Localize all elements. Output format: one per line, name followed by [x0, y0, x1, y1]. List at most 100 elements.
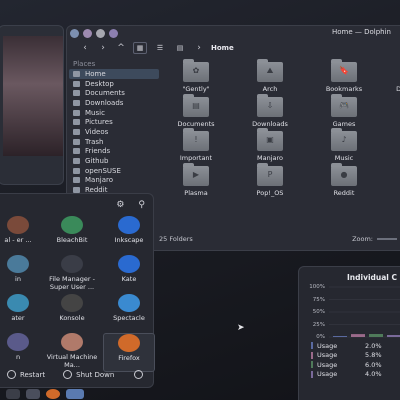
- folder-item[interactable]: ▤ Documents: [159, 93, 233, 132]
- app-icon: [118, 334, 140, 352]
- restart-icon[interactable]: [7, 370, 16, 379]
- place-label: Github: [85, 157, 109, 166]
- app-item[interactable]: File Manager - Super User ...: [41, 255, 103, 294]
- up-icon[interactable]: ^: [115, 43, 127, 53]
- legend-row: Usage 2.0%: [311, 341, 382, 351]
- folder-item[interactable]: ● Reddit: [307, 162, 381, 201]
- pin-icon[interactable]: ⚲: [138, 200, 145, 210]
- folder-icon: [73, 80, 80, 87]
- app-item[interactable]: al - er ...: [0, 216, 41, 255]
- place-trash[interactable]: Trash: [69, 137, 159, 147]
- taskbar-app-icon[interactable]: [26, 389, 40, 399]
- folder-item[interactable]: ▶ Plasma: [159, 162, 233, 201]
- app-item[interactable]: Inkscape: [103, 216, 155, 255]
- folder-icon: ▶: [183, 162, 209, 186]
- more-icon[interactable]: [134, 370, 143, 379]
- app-icon: [7, 216, 29, 234]
- zoom-slider[interactable]: [377, 238, 397, 240]
- place-pictures[interactable]: Pictures: [69, 117, 159, 127]
- chart-legend: Usage 2.0% Usage 5.8% Usage 6.0% Usage 4.0%: [311, 341, 382, 379]
- settings-icon[interactable]: ⚙: [116, 200, 124, 210]
- folder-item[interactable]: ♪ Music: [307, 128, 381, 166]
- folder-icon: ⇩: [257, 93, 283, 117]
- shutdown-icon[interactable]: [63, 370, 73, 379]
- folder-icon: [73, 128, 80, 135]
- place-downloads[interactable]: Downloads: [69, 98, 159, 108]
- folder-icon: [73, 158, 80, 165]
- folder-item[interactable]: ▣ Manjaro: [233, 128, 307, 166]
- folder-item[interactable]: 🔖 Bookmarks: [307, 59, 381, 97]
- back-icon[interactable]: ‹: [79, 43, 91, 53]
- folder-icon: [73, 119, 80, 126]
- places-header: Places: [73, 60, 96, 68]
- app-item[interactable]: in: [0, 255, 41, 294]
- folder-grid: ✿ "Gently" ⛰ Arch 🔖 Bookmarks ⌨Development ▤ Doc…: [159, 59, 400, 236]
- folder-item[interactable]: P Pop!_OS: [233, 162, 307, 201]
- restart-button[interactable]: Restart: [20, 371, 45, 379]
- place-documents[interactable]: Documents: [69, 88, 159, 98]
- app-label: Kate: [121, 275, 137, 283]
- icon-view-icon[interactable]: ▦: [133, 42, 147, 54]
- folder-item[interactable]: ◉Github: [381, 97, 400, 132]
- app-label: n: [15, 353, 21, 361]
- place-music[interactable]: Music: [69, 108, 159, 118]
- legend-swatch: [311, 361, 313, 369]
- folder-icon: [73, 177, 80, 184]
- app-item[interactable]: Kate: [103, 255, 155, 294]
- app-item[interactable]: Konsole: [41, 294, 103, 333]
- folder-label: Manjaro: [256, 154, 283, 162]
- folder-item[interactable]: NNeon: [381, 131, 400, 166]
- folder-count: 25 Folders: [159, 235, 193, 243]
- system-monitor-widget[interactable]: Individual C 100% 75% 50% 25% 0% Usage 2.0% Us…: [298, 266, 400, 400]
- app-icon: [7, 294, 29, 312]
- folder-item[interactable]: ! Important: [159, 128, 233, 166]
- app-item[interactable]: Virtual Machine Ma...: [41, 333, 103, 372]
- place-opensuse[interactable]: openSUSE: [69, 166, 159, 176]
- app-item[interactable]: Firefox: [103, 333, 155, 372]
- app-label: Inkscape: [114, 236, 144, 244]
- taskbar-app-icon[interactable]: [6, 389, 20, 399]
- folder-label: Pop!_OS: [256, 188, 284, 197]
- folder-item[interactable]: ⛰ Arch: [233, 59, 307, 97]
- firefox-icon[interactable]: [46, 389, 60, 399]
- folder-icon: 🔖: [331, 59, 357, 82]
- folder-label: Documents: [177, 119, 215, 128]
- app-item[interactable]: BleachBit: [41, 216, 103, 255]
- place-friends[interactable]: Friends: [69, 147, 159, 157]
- background-window[interactable]: [0, 25, 64, 185]
- app-label: Virtual Machine Ma...: [46, 353, 98, 369]
- details-view-icon[interactable]: ▤: [173, 42, 187, 54]
- place-desktop[interactable]: Desktop: [69, 79, 159, 89]
- folder-item[interactable]: ⌨Development: [381, 62, 400, 97]
- application-launcher: ⚙ ⚲ al - er ... BleachBit Inkscape in File M…: [0, 193, 155, 388]
- usage-bar[interactable]: [333, 336, 347, 337]
- shutdown-button[interactable]: Shut Down: [76, 371, 114, 379]
- place-manjaro[interactable]: Manjaro: [69, 176, 159, 186]
- legend-row: Usage 5.8%: [311, 351, 382, 361]
- taskbar-app-icon[interactable]: [66, 389, 84, 399]
- place-github[interactable]: Github: [69, 156, 159, 166]
- usage-bar[interactable]: [387, 335, 400, 337]
- place-home[interactable]: Home: [69, 69, 159, 79]
- legend-value: 6.0%: [365, 360, 382, 369]
- legend-swatch: [311, 370, 313, 378]
- breadcrumb[interactable]: Home: [211, 44, 234, 52]
- place-videos[interactable]: Videos: [69, 127, 159, 137]
- usage-bar[interactable]: [351, 334, 365, 337]
- folder-icon: ♪: [331, 128, 357, 151]
- folder-label: Plasma: [184, 188, 208, 197]
- folder-label: Music: [334, 154, 354, 162]
- place-label: Trash: [85, 137, 104, 146]
- legend-label: Usage: [317, 341, 338, 350]
- folder-item[interactable]: ⇩ Downloads: [233, 93, 307, 132]
- app-item[interactable]: Spectacle: [103, 294, 155, 333]
- usage-bar[interactable]: [369, 334, 383, 337]
- app-item[interactable]: ater: [0, 294, 41, 333]
- app-label: BleachBit: [56, 236, 88, 244]
- forward-icon[interactable]: ›: [97, 43, 109, 53]
- compact-view-icon[interactable]: ☰: [153, 42, 167, 54]
- folder-item[interactable]: ✿ "Gently": [159, 59, 233, 97]
- app-item[interactable]: n: [0, 333, 41, 372]
- folder-item[interactable]: 🎮 Games: [307, 93, 381, 132]
- folder-icon: [73, 138, 80, 145]
